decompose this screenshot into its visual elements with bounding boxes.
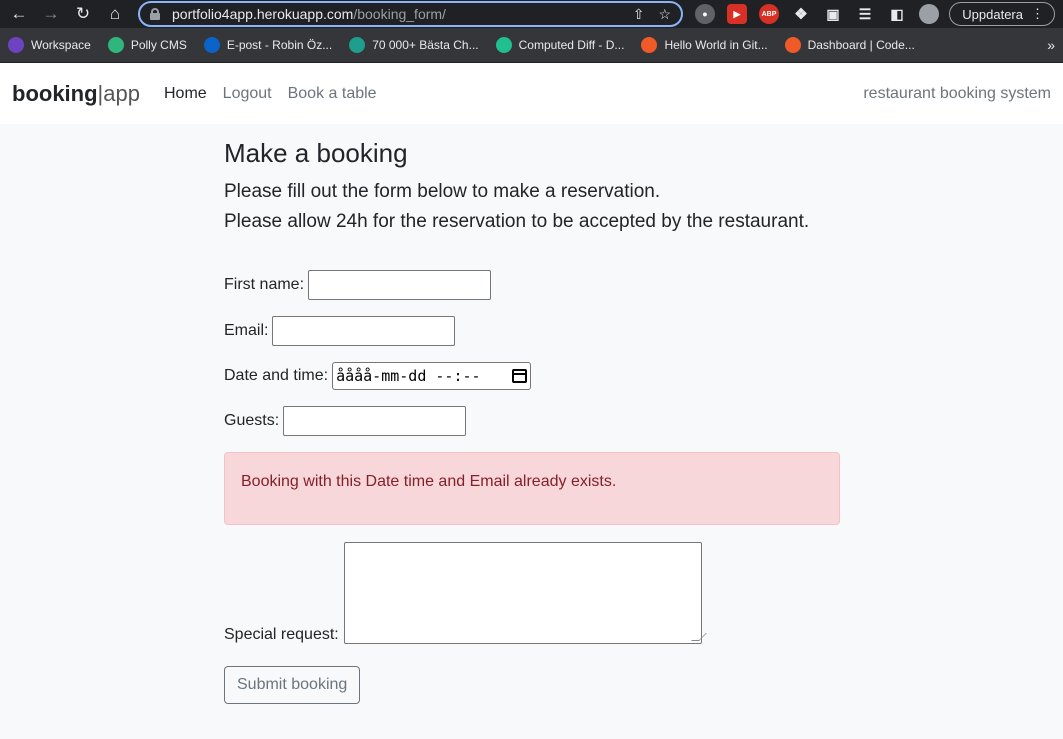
adblock-icon[interactable]: ABP — [759, 4, 779, 24]
brand-logo[interactable]: booking|app — [12, 81, 140, 107]
reload-icon[interactable]: ↻ — [72, 3, 94, 25]
datetime-label: Date and time: — [224, 367, 329, 384]
extension-eyes-icon[interactable]: ● — [695, 4, 715, 24]
star-icon[interactable]: ☆ — [658, 6, 671, 23]
bookmark-label: Computed Diff - D... — [518, 38, 625, 52]
menu-icon: ⋮ — [1031, 6, 1044, 21]
bookmark-label: Hello World in Git... — [664, 38, 768, 52]
lock-icon — [150, 8, 160, 20]
nav-logout[interactable]: Logout — [223, 85, 272, 103]
guests-field[interactable] — [283, 406, 467, 436]
email-label: Email: — [224, 322, 269, 339]
special-request-textarea[interactable] — [343, 542, 702, 644]
avatar[interactable] — [919, 4, 939, 24]
page-title: Make a booking — [224, 138, 408, 168]
bookmark-item[interactable]: Computed Diff - D... — [495, 37, 625, 53]
forward-icon[interactable]: → — [40, 3, 62, 25]
bookmark-item[interactable]: Workspace — [8, 37, 91, 53]
cast-icon[interactable]: ▣ — [823, 4, 843, 24]
nav-home[interactable]: Home — [164, 85, 207, 103]
share-icon[interactable]: ⇧ — [633, 6, 645, 23]
calendar-icon[interactable] — [512, 369, 528, 383]
sidebar-icon[interactable]: ◧ — [887, 4, 907, 24]
bookmark-item[interactable]: Polly CMS — [107, 37, 187, 53]
nav-book-table[interactable]: Book a table — [288, 85, 377, 103]
site-navbar: booking|app Home Logout Book a table res… — [0, 63, 1063, 124]
url-text: portfolio4app.herokuapp.com/booking_form… — [172, 6, 446, 22]
submit-booking-button[interactable]: Submit booking — [224, 666, 361, 704]
bookmarks-bar: Workspace Polly CMS E-post - Robin Öz... 70… — [0, 28, 1063, 63]
bookmark-label: E-post - Robin Öz... — [226, 38, 333, 52]
extension-red-icon[interactable]: ▶ — [727, 4, 747, 24]
bookmark-label: Polly CMS — [130, 38, 187, 52]
diff-icon — [495, 37, 512, 53]
first-name-field[interactable] — [308, 270, 492, 300]
dashboard-icon — [784, 37, 801, 53]
back-icon[interactable]: ← — [8, 3, 30, 25]
reading-list-icon[interactable]: ☰ — [855, 4, 875, 24]
booking-form: First name: Email: Date and time: åååå-m… — [224, 270, 840, 704]
update-button[interactable]: Uppdatera ⋮ — [949, 2, 1055, 26]
first-name-label: First name: — [224, 276, 305, 293]
outlook-icon — [203, 37, 220, 53]
workspace-icon — [8, 37, 24, 53]
bookmarks-overflow-icon[interactable]: » — [1047, 37, 1055, 53]
bookmark-label: Dashboard | Code... — [807, 38, 915, 52]
browser-toolbar: ← → ↻ ⌂ portfolio4app.herokuapp.com/book… — [0, 0, 1063, 28]
special-request-label: Special request: — [224, 626, 339, 643]
navbar-tagline: restaurant booking system — [863, 84, 1051, 102]
docs-icon — [349, 37, 366, 53]
booking-content: Make a booking Please fill out the form … — [224, 138, 840, 704]
email-field[interactable] — [272, 316, 456, 346]
bookmark-item[interactable]: Dashboard | Code... — [784, 37, 915, 53]
lead-text-1: Please fill out the form below to make a… — [224, 181, 661, 202]
lead-text-2: Please allow 24h for the reservation to … — [224, 211, 810, 232]
polly-icon — [107, 37, 124, 53]
bookmark-item[interactable]: E-post - Robin Öz... — [203, 37, 333, 53]
home-icon[interactable]: ⌂ — [104, 3, 126, 25]
datetime-field[interactable]: åååå-mm-dd --:-- — [332, 362, 532, 390]
error-alert: Booking with this Date time and Email al… — [224, 452, 840, 525]
address-bar[interactable]: portfolio4app.herokuapp.com/booking_form… — [138, 1, 683, 27]
git-icon — [641, 37, 658, 53]
bookmark-label: 70 000+ Bästa Ch... — [372, 38, 479, 52]
guests-label: Guests: — [224, 412, 280, 429]
bookmark-item[interactable]: 70 000+ Bästa Ch... — [349, 37, 479, 53]
datetime-value: åååå-mm-dd --:-- — [336, 367, 481, 385]
puzzle-icon[interactable]: ❖ — [791, 4, 811, 24]
bookmark-item[interactable]: Hello World in Git... — [641, 37, 768, 53]
bookmark-label: Workspace — [31, 38, 91, 52]
